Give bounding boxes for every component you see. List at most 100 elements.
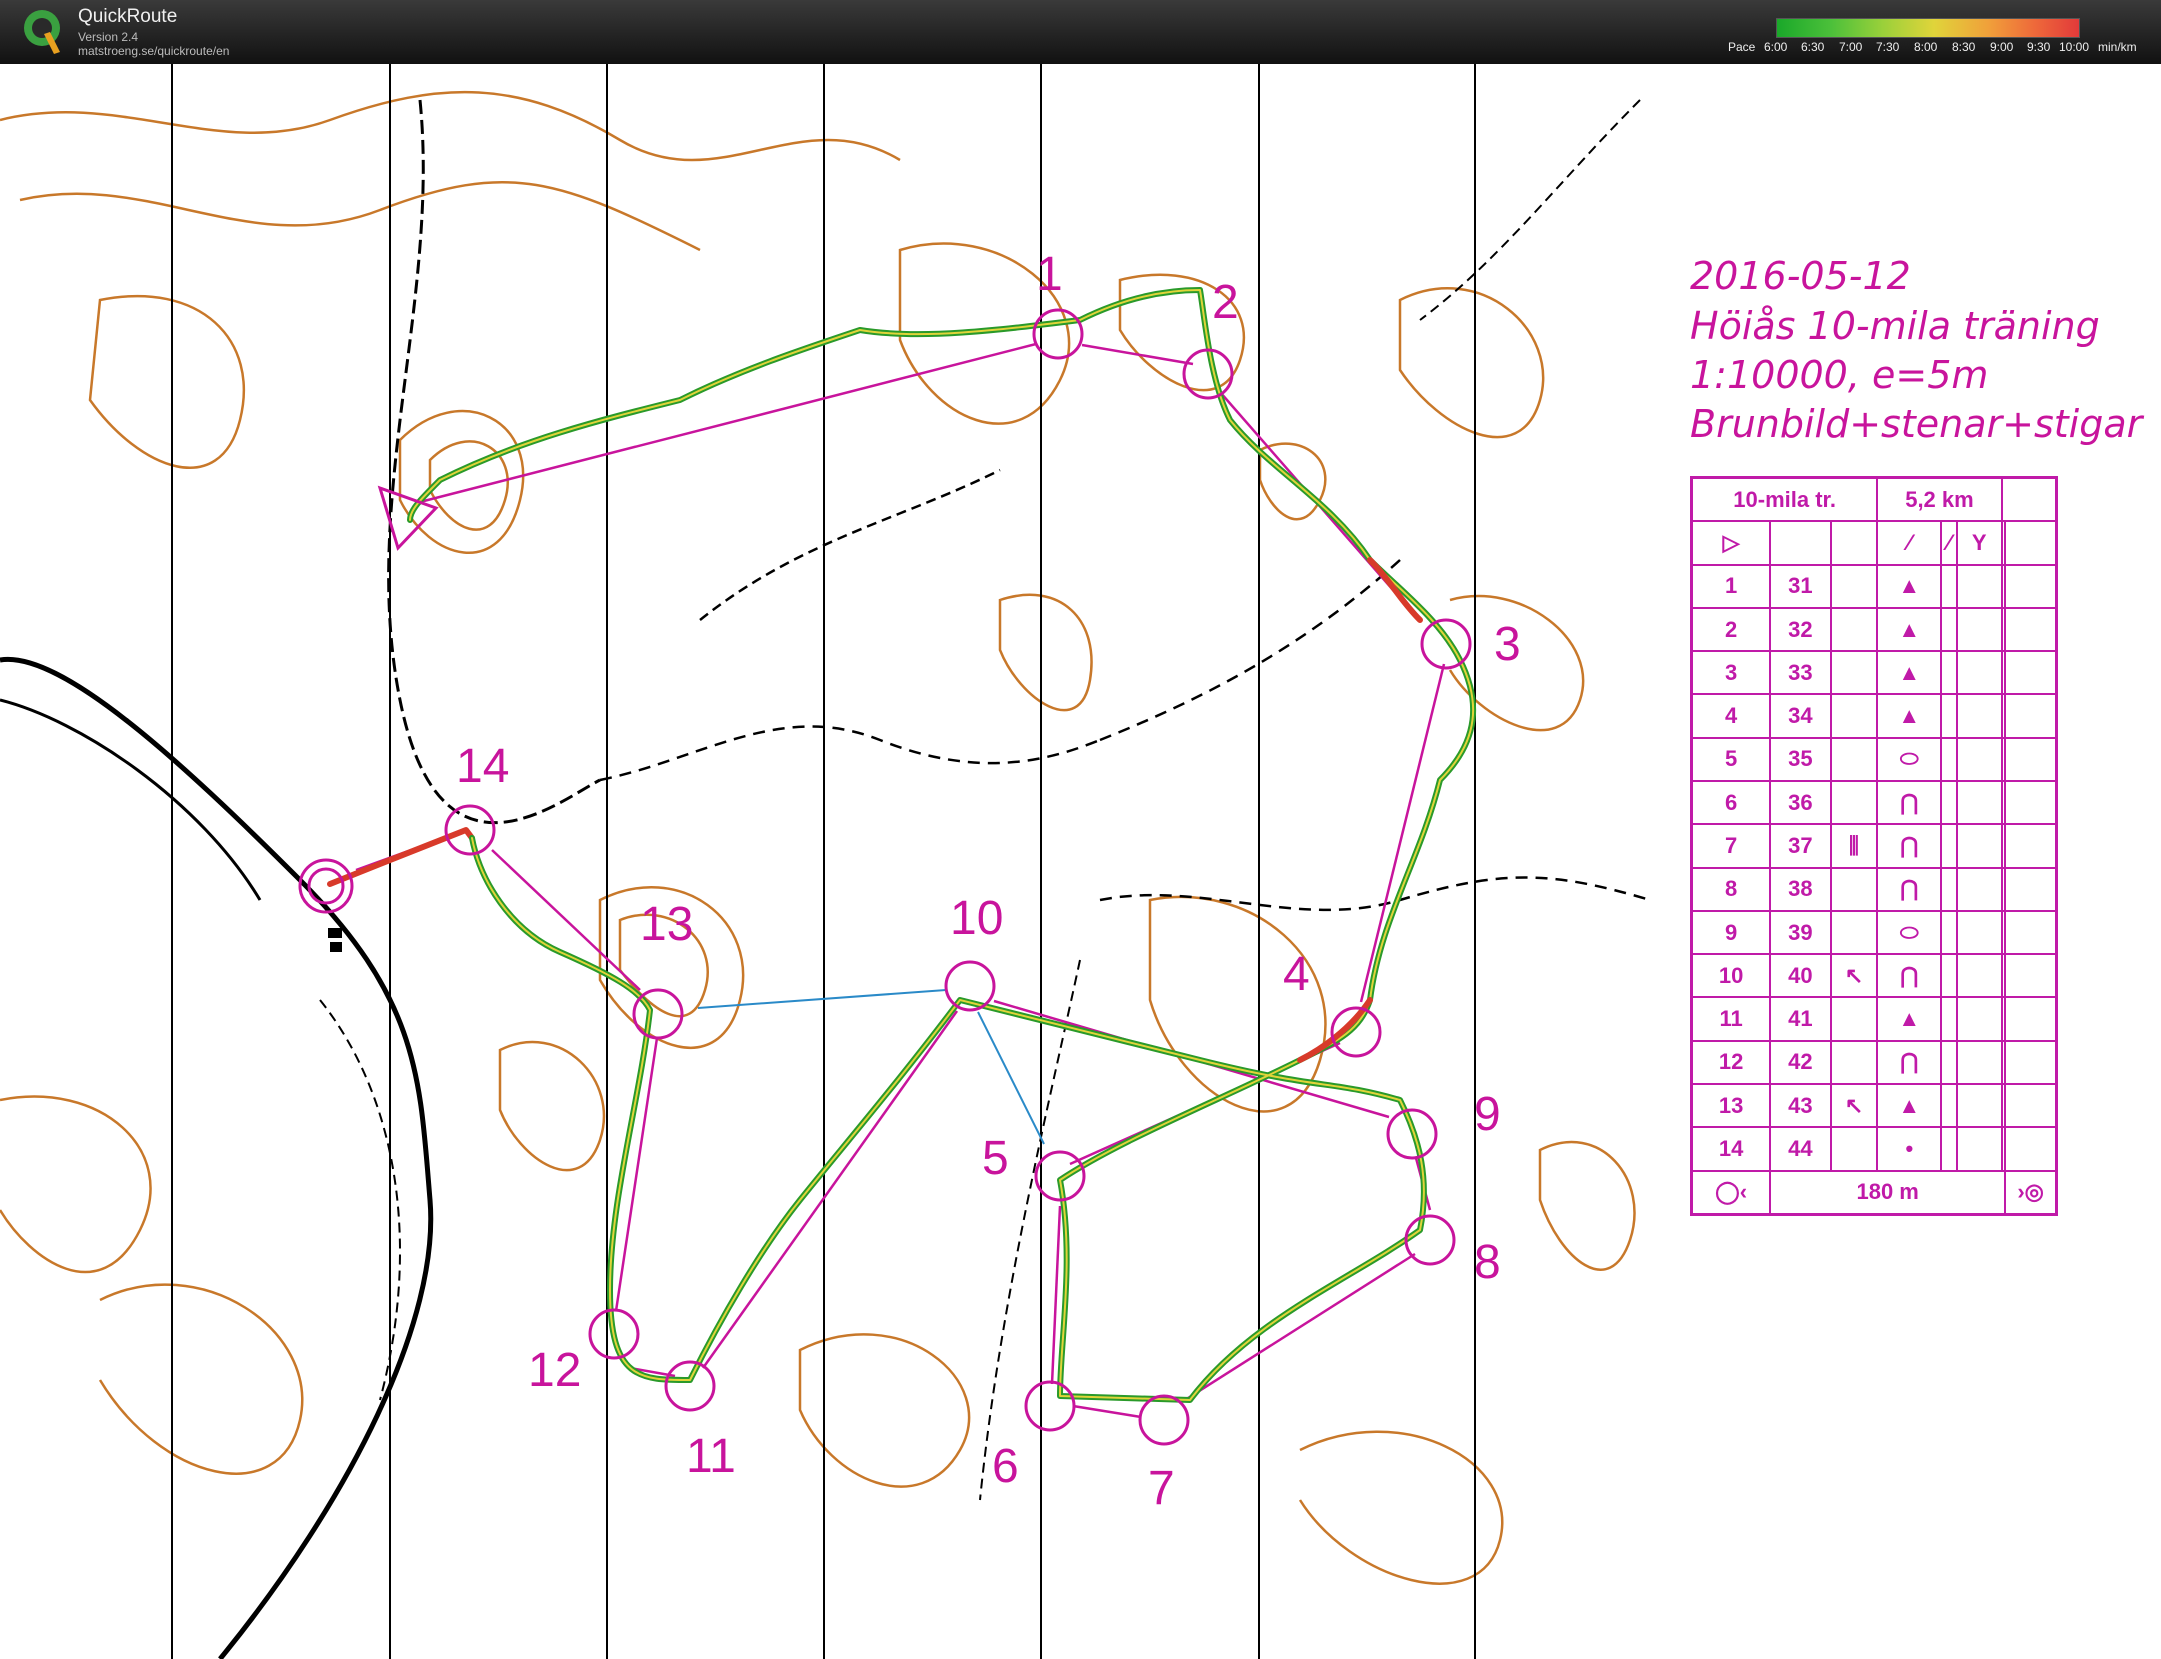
empty-cell <box>1940 606 1958 653</box>
diagonal-icon: ⁄ <box>1876 520 1943 566</box>
gps-route[interactable] <box>327 287 1477 1403</box>
pace-tick: 9:30 <box>2027 40 2051 54</box>
control-label: 4 <box>1283 948 1310 1001</box>
empty-cell <box>1955 1082 2003 1129</box>
empty-cell <box>2004 996 2058 1042</box>
control-label: 5 <box>982 1132 1009 1185</box>
empty-cell <box>1940 563 1958 609</box>
control-number: 3 <box>1690 650 1772 696</box>
alt-leg-13-10 <box>697 989 947 1009</box>
control-code: 38 <box>1769 866 1832 912</box>
control-label: 11 <box>686 1430 736 1483</box>
diagonal-icon: ⁄ <box>1940 520 1958 566</box>
empty-cell <box>1940 1082 1958 1129</box>
control-number: 7 <box>1690 823 1772 869</box>
empty-cell <box>2004 736 2058 783</box>
orienteering-map[interactable]: 1 2 3 4 5 6 7 8 9 10 11 12 13 14 <box>0 64 1678 1659</box>
empty-cell <box>2004 563 2058 609</box>
control-code: 36 <box>1769 780 1832 826</box>
empty-cell <box>2004 693 2058 739</box>
empty-cell <box>1940 953 1958 999</box>
control-number: 4 <box>1690 693 1772 739</box>
finish-circle-icon: ◯‹ <box>1690 1169 1772 1216</box>
control-feature-icon: ⋂ <box>1876 866 1943 912</box>
empty-cell <box>1940 996 1958 1042</box>
control-col-d: ↖ <box>1829 1082 1879 1129</box>
empty-cell <box>1940 693 1958 739</box>
control-row: 14 44 • <box>1690 1126 2058 1172</box>
empty-cell <box>1955 866 2003 912</box>
control-row: 7 37 ⫼ ⋂ <box>1690 823 2058 869</box>
control-number: 14 <box>1690 1126 1772 1172</box>
map-scale: 1:10000, e=5m <box>1690 353 1989 397</box>
control-feature-icon: ⋂ <box>1876 780 1943 826</box>
empty-cell <box>2004 909 2058 956</box>
empty-cell <box>1940 650 1958 696</box>
control-row: 12 42 ⋂ <box>1690 1039 2058 1085</box>
control-label: 14 <box>456 740 509 793</box>
empty-cell <box>2004 606 2058 653</box>
control-code: 31 <box>1769 563 1832 609</box>
control-feature-icon: ▲ <box>1876 1082 1943 1129</box>
map-canvas: 1 2 3 4 5 6 7 8 9 10 11 12 13 14 <box>0 64 1651 1659</box>
pace-tick: 7:30 <box>1876 40 1900 54</box>
control-row: 1 31 ▲ <box>1690 563 2058 609</box>
title-bar: QuickRoute Version 2.4 matstroeng.se/qui… <box>0 0 2161 64</box>
control-number: 9 <box>1690 909 1772 956</box>
control-col-d <box>1829 650 1879 696</box>
control-row: 6 36 ⋂ <box>1690 780 2058 826</box>
empty-cell <box>1955 736 2003 783</box>
control-row: 13 43 ↖ ▲ <box>1690 1082 2058 1129</box>
course-length: 5,2 km <box>1876 476 2003 523</box>
control-number: 6 <box>1690 780 1772 826</box>
control-row: 9 39 ⬭ <box>1690 909 2058 956</box>
control-feature-icon: ▲ <box>1876 563 1943 609</box>
control-col-d <box>1829 1126 1879 1172</box>
control-col-d: ↖ <box>1829 953 1879 999</box>
map-type: Brunbild+stenar+stigar <box>1690 402 2143 446</box>
empty-cell <box>1940 780 1958 826</box>
control-code: 40 <box>1769 953 1832 999</box>
app-url: matstroeng.se/quickroute/en <box>78 44 230 58</box>
empty-cell <box>1940 1039 1958 1085</box>
control-col-d <box>1829 1039 1879 1085</box>
control-label: 3 <box>1494 618 1521 671</box>
empty-cell <box>2004 953 2058 999</box>
pace-unit: min/km <box>2098 40 2137 54</box>
empty-cell <box>1955 1126 2003 1172</box>
control-code: 37 <box>1769 823 1832 869</box>
empty-cell <box>2004 1126 2058 1172</box>
control-label: 1 <box>1036 248 1063 301</box>
empty-cell <box>1955 909 2003 956</box>
empty-cell <box>2004 780 2058 826</box>
empty-cell <box>2004 866 2058 912</box>
control-number: 2 <box>1690 606 1772 653</box>
control-code: 41 <box>1769 996 1832 1042</box>
empty-cell <box>1955 780 2003 826</box>
empty-cell <box>2004 823 2058 869</box>
pace-tick: 7:00 <box>1839 40 1863 54</box>
control-code: 35 <box>1769 736 1832 783</box>
control-description-sheet: 10-mila tr. 5,2 km ▷ ⁄ ⁄ Y 1 31 ▲ 2 32 ▲ 3 33 ▲ 4… <box>1690 476 2058 1216</box>
pace-tick: 8:00 <box>1914 40 1938 54</box>
control-row: 11 41 ▲ <box>1690 996 2058 1042</box>
control-code: 44 <box>1769 1126 1832 1172</box>
control-col-d <box>1829 563 1879 609</box>
control-row: 5 35 ⬭ <box>1690 736 2058 783</box>
buildings <box>328 928 342 952</box>
control-col-d <box>1829 693 1879 739</box>
control-number: 11 <box>1690 996 1772 1042</box>
control-col-d <box>1829 866 1879 912</box>
control-label: 7 <box>1148 1462 1175 1515</box>
control-number: 1 <box>1690 563 1772 609</box>
empty-cell <box>1940 866 1958 912</box>
control-feature-icon: ▲ <box>1876 650 1943 696</box>
empty-cell <box>1955 953 2003 999</box>
control-row: 2 32 ▲ <box>1690 606 2058 653</box>
pace-color-scale <box>1776 18 2080 38</box>
pace-tick: 6:30 <box>1801 40 1825 54</box>
empty-cell <box>1940 736 1958 783</box>
control-number: 8 <box>1690 866 1772 912</box>
north-lines <box>171 64 1476 1659</box>
control-col-d <box>1829 996 1879 1042</box>
